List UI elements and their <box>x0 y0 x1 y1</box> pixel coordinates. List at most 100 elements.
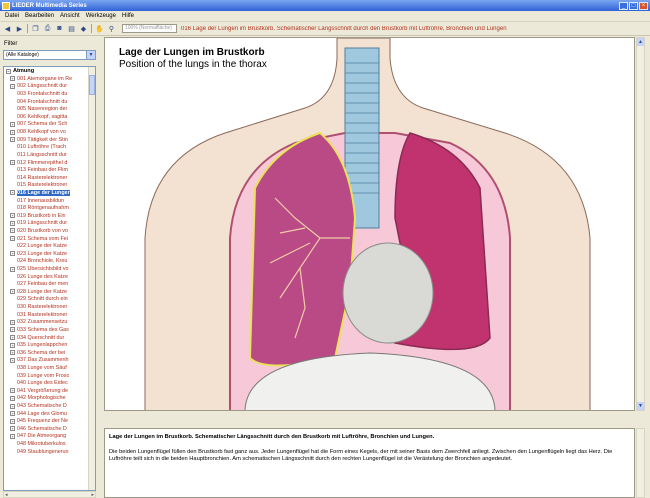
scroll-down-icon[interactable]: ▼ <box>637 402 644 410</box>
expand-icon[interactable]: + <box>10 236 15 242</box>
tree-item[interactable]: 049 Staublungenerun <box>4 448 95 456</box>
tree-item[interactable]: 027 Feinbau der men <box>4 280 95 288</box>
expand-icon[interactable]: + <box>10 190 15 196</box>
scroll-left-icon[interactable]: ◂ <box>5 492 8 498</box>
tree-item[interactable]: +008 Kehlkopf von vo <box>4 128 95 136</box>
tree-item[interactable]: +001 Atemorgane im Re <box>4 75 95 83</box>
tree-item[interactable]: +023 Lunge der Katze <box>4 250 95 258</box>
tree-item[interactable]: 040 Lunge des Eidec <box>4 379 95 387</box>
expand-icon[interactable]: + <box>10 433 15 439</box>
tree-item[interactable]: +043 Schematische D <box>4 402 95 410</box>
tree-item[interactable]: 006 Kehlkopf, sagitta <box>4 113 95 121</box>
expand-icon[interactable]: + <box>10 418 15 424</box>
tree-item[interactable]: +025 Übersichtsbild vo <box>4 265 95 273</box>
tree-item[interactable]: 018 Röntgenaufnahm <box>4 204 95 212</box>
maximize-button[interactable]: □ <box>629 1 638 10</box>
tree-item[interactable]: +009 Tätigkeit der Stin <box>4 136 95 144</box>
expand-icon[interactable]: + <box>10 83 15 89</box>
scrollbar-thumb[interactable] <box>89 75 95 95</box>
tree-item[interactable]: 029 Schnitt durch ein <box>4 296 95 304</box>
tree-item[interactable]: 048 Mikrotuberkulos <box>4 440 95 448</box>
expand-icon[interactable]: + <box>10 160 15 165</box>
tree-item[interactable]: 039 Lunge vom Froso <box>4 372 95 380</box>
tree-item[interactable]: +041 Vergrößerung de <box>4 387 95 395</box>
collapse-icon[interactable]: − <box>6 68 11 74</box>
tree-item[interactable]: +037 Das Zusammenh <box>4 357 95 365</box>
image-scrollbar[interactable]: ▲ ▼ <box>636 37 645 411</box>
expand-icon[interactable]: + <box>10 129 15 135</box>
tree-item[interactable]: +012 Flimmerepithel d <box>4 159 95 167</box>
tree-item[interactable]: 010 Luftröhre (Trach <box>4 143 95 151</box>
chevron-down-icon[interactable]: ▼ <box>86 51 95 59</box>
tree-item[interactable]: 026 Lunge des Katze <box>4 273 95 281</box>
tree-item[interactable]: +016 Lage der Lunger <box>4 189 95 197</box>
expand-icon[interactable]: + <box>10 228 15 234</box>
tree-item[interactable]: +034 Querschnitt dur <box>4 334 95 342</box>
filter-dropdown[interactable]: (Alle Kataloge) ▼ <box>3 50 96 60</box>
tree-item[interactable]: +002 Längsschnitt dur <box>4 83 95 91</box>
hand-icon[interactable]: ✋ <box>95 24 104 33</box>
expand-icon[interactable]: + <box>10 251 15 257</box>
expand-icon[interactable]: + <box>10 137 15 143</box>
expand-icon[interactable]: + <box>10 121 15 127</box>
book-icon[interactable]: ▤ <box>67 24 76 33</box>
expand-icon[interactable]: + <box>10 76 15 82</box>
expand-icon[interactable]: + <box>10 357 15 363</box>
expand-icon[interactable]: + <box>10 411 15 417</box>
print-icon[interactable]: ⎙ <box>43 24 52 33</box>
tree-item[interactable]: 024 Bronchiole, Kreu <box>4 258 95 266</box>
scroll-right-icon[interactable]: ▸ <box>91 492 94 498</box>
expand-icon[interactable]: + <box>10 342 15 348</box>
close-button[interactable]: × <box>639 1 648 10</box>
back-icon[interactable]: ◀ <box>3 24 12 33</box>
expand-icon[interactable]: + <box>10 213 15 219</box>
expand-icon[interactable]: + <box>10 289 15 295</box>
tree-item[interactable]: +020 Brustkorb von vo <box>4 227 95 235</box>
tree-item[interactable]: 013 Feinbau der Flim <box>4 166 95 174</box>
tree-item[interactable]: 015 Rasterelektroner <box>4 182 95 190</box>
tag-icon[interactable]: ◆ <box>79 24 88 33</box>
menu-hilfe[interactable]: Hilfe <box>119 13 137 19</box>
tree-item[interactable]: 022 Lunge der Katze <box>4 242 95 250</box>
tree-item[interactable]: +033 Schema des Gas <box>4 326 95 334</box>
tree-item[interactable]: +028 Lunge der Katze <box>4 288 95 296</box>
tree-item[interactable]: +042 Morphologische <box>4 395 95 403</box>
menu-datei[interactable]: Datei <box>0 13 22 19</box>
tree-item[interactable]: +019 Längsschnitt dur <box>4 220 95 228</box>
tree-item[interactable]: +045 Frequenz der Ne <box>4 417 95 425</box>
tree-item[interactable]: 011 Längsschnitt dur <box>4 151 95 159</box>
tree-item[interactable]: 030 Rasterelektroner <box>4 303 95 311</box>
tree-item[interactable]: 038 Lunge vom Säuf <box>4 364 95 372</box>
expand-icon[interactable]: + <box>10 327 15 333</box>
camera-icon[interactable]: ◙ <box>55 24 64 33</box>
tree-item[interactable]: 014 Rasterelektroner <box>4 174 95 182</box>
scroll-up-icon[interactable]: ▲ <box>637 38 644 46</box>
tree-item[interactable]: 031 Rasterelektroner <box>4 311 95 319</box>
zoom-icon[interactable]: ⚲ <box>107 24 116 33</box>
expand-icon[interactable]: + <box>10 319 15 325</box>
expand-icon[interactable]: + <box>10 426 15 432</box>
tree-hscrollbar[interactable]: ◂ ▸ <box>3 491 96 498</box>
tree-scrollbar[interactable] <box>88 67 95 490</box>
tree-item[interactable]: +007 Schema der Sch <box>4 121 95 129</box>
tree-item[interactable]: +044 Lage des Glomu <box>4 410 95 418</box>
minimize-button[interactable]: _ <box>619 1 628 10</box>
tree-item[interactable]: +021 Schema vom Fei <box>4 235 95 243</box>
expand-icon[interactable]: + <box>10 266 15 272</box>
tree-item[interactable]: 005 Nasenregion der <box>4 105 95 113</box>
menu-bearbeiten[interactable]: Bearbeiten <box>22 13 57 19</box>
tree-item[interactable]: +046 Schematische D <box>4 425 95 433</box>
tree-root[interactable]: − Atmung <box>4 67 95 75</box>
tree-item[interactable]: 003 Frontalschnitt du <box>4 90 95 98</box>
tree-item[interactable]: 004 Frontalschnitt du <box>4 98 95 106</box>
tree-item[interactable]: +019 Brustkorb in Ein <box>4 212 95 220</box>
expand-icon[interactable]: + <box>10 220 15 226</box>
expand-icon[interactable]: + <box>10 350 15 356</box>
zoom-input[interactable]: 100% (Normalfläche) <box>122 24 177 33</box>
caption-scrollbar[interactable] <box>636 428 645 498</box>
tree-item[interactable]: 017 Innenausbildun <box>4 197 95 205</box>
copy-icon[interactable]: ❐ <box>31 24 40 33</box>
menu-werkzeuge[interactable]: Werkzeuge <box>83 13 119 19</box>
expand-icon[interactable]: + <box>10 388 15 394</box>
expand-icon[interactable]: + <box>10 403 15 409</box>
